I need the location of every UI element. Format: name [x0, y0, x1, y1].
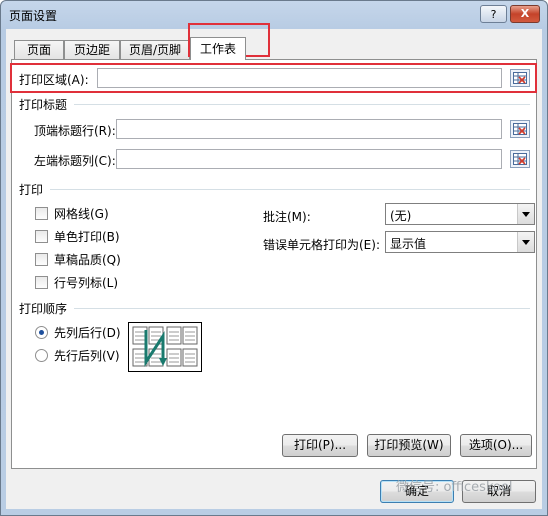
dialog-client: 页面 页边距 页眉/页脚 工作表 打印区域(A): 打印标题 顶端标题行(R):… [6, 29, 542, 509]
draft-quality-checkbox[interactable] [35, 253, 48, 266]
chevron-down-icon[interactable] [517, 232, 534, 252]
chevron-down-icon[interactable] [517, 204, 534, 224]
tab-sheet[interactable]: 工作表 [190, 37, 246, 60]
print-titles-separator [74, 104, 530, 105]
left-cols-input[interactable] [116, 149, 502, 169]
gridlines-label[interactable]: 网格线(G) [54, 205, 109, 222]
top-rows-input[interactable] [116, 119, 502, 139]
print-preview-button[interactable]: 打印预览(W) [367, 434, 451, 457]
page-order-separator [74, 308, 530, 309]
gridlines-checkbox[interactable] [35, 207, 48, 220]
print-heading: 打印 [19, 183, 44, 197]
sheet-tab-panel: 打印区域(A): 打印标题 顶端标题行(R): 左端标题列(C): 打印 网格线… [11, 59, 537, 469]
title-bar[interactable]: 页面设置 ? X [1, 1, 547, 29]
print-titles-heading: 打印标题 [19, 98, 68, 112]
black-white-label[interactable]: 单色打印(B) [54, 228, 120, 245]
down-then-over-label[interactable]: 先列后行(D) [54, 324, 121, 341]
draft-quality-label[interactable]: 草稿品质(Q) [54, 251, 121, 268]
row-col-headings-checkbox[interactable] [35, 276, 48, 289]
range-select-icon [513, 153, 527, 165]
range-select-icon [513, 123, 527, 135]
comments-select[interactable]: (无) [385, 203, 535, 225]
over-then-down-radio[interactable] [35, 349, 48, 362]
comments-select-value: (无) [390, 209, 412, 223]
help-button[interactable]: ? [480, 5, 507, 23]
tab-header-footer[interactable]: 页眉/页脚 [120, 40, 190, 59]
top-rows-label: 顶端标题行(R): [34, 124, 116, 138]
watermark: 微信号: officeskool [396, 480, 513, 495]
print-area-label: 打印区域(A): [19, 73, 89, 87]
cell-errors-label: 错误单元格打印为(E): [263, 238, 380, 252]
left-cols-label: 左端标题列(C): [34, 154, 116, 168]
tab-margins[interactable]: 页边距 [64, 40, 120, 59]
down-then-over-radio[interactable] [35, 326, 48, 339]
top-rows-range-picker[interactable] [510, 120, 530, 138]
over-then-down-label[interactable]: 先行后列(V) [54, 347, 120, 364]
print-area-range-picker[interactable] [510, 69, 530, 87]
range-select-icon [513, 72, 527, 84]
cell-errors-select-value: 显示值 [390, 237, 427, 251]
print-separator [50, 189, 530, 190]
cell-errors-select[interactable]: 显示值 [385, 231, 535, 253]
print-area-input[interactable] [97, 68, 502, 88]
page-order-heading: 打印顺序 [19, 302, 68, 316]
page-setup-dialog: 页面设置 ? X 页面 页边距 页眉/页脚 工作表 打印区域(A): 打印标题 … [0, 0, 548, 516]
page-order-preview-icon [128, 322, 202, 372]
print-button[interactable]: 打印(P)... [282, 434, 358, 457]
row-col-headings-label[interactable]: 行号列标(L) [54, 274, 118, 291]
comments-label: 批注(M): [263, 210, 311, 224]
tab-page[interactable]: 页面 [14, 40, 64, 59]
dialog-title: 页面设置 [9, 9, 58, 23]
left-cols-range-picker[interactable] [510, 150, 530, 168]
options-button[interactable]: 选项(O)... [460, 434, 532, 457]
black-white-checkbox[interactable] [35, 230, 48, 243]
close-button[interactable]: X [510, 5, 540, 23]
